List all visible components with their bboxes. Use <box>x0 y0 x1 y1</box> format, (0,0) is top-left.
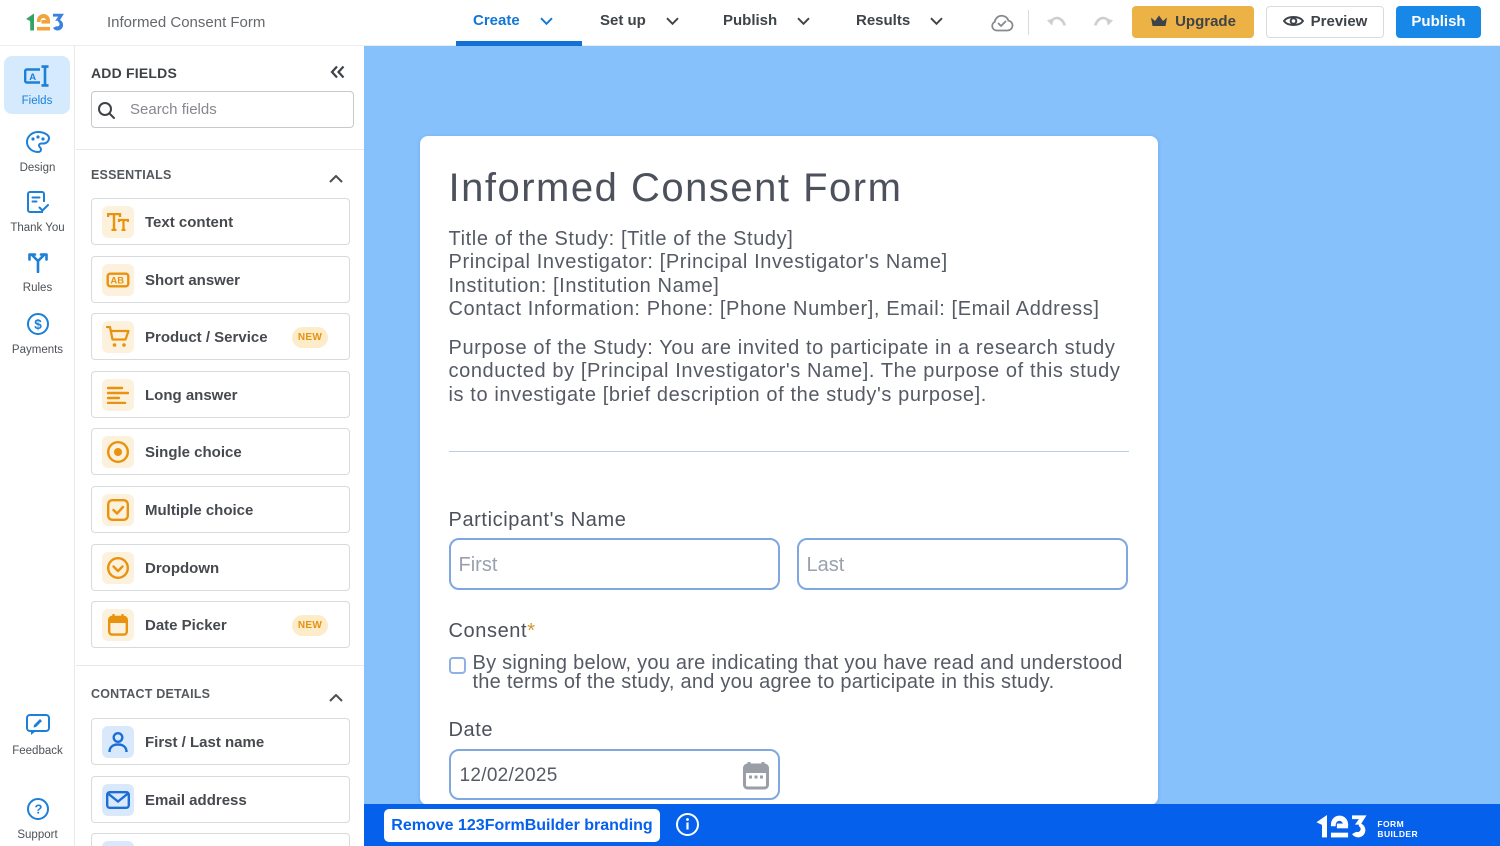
svg-text:$: $ <box>34 317 42 332</box>
svg-text:A: A <box>29 72 36 83</box>
svg-text:?: ? <box>34 802 42 817</box>
svg-text:AB: AB <box>110 275 124 286</box>
